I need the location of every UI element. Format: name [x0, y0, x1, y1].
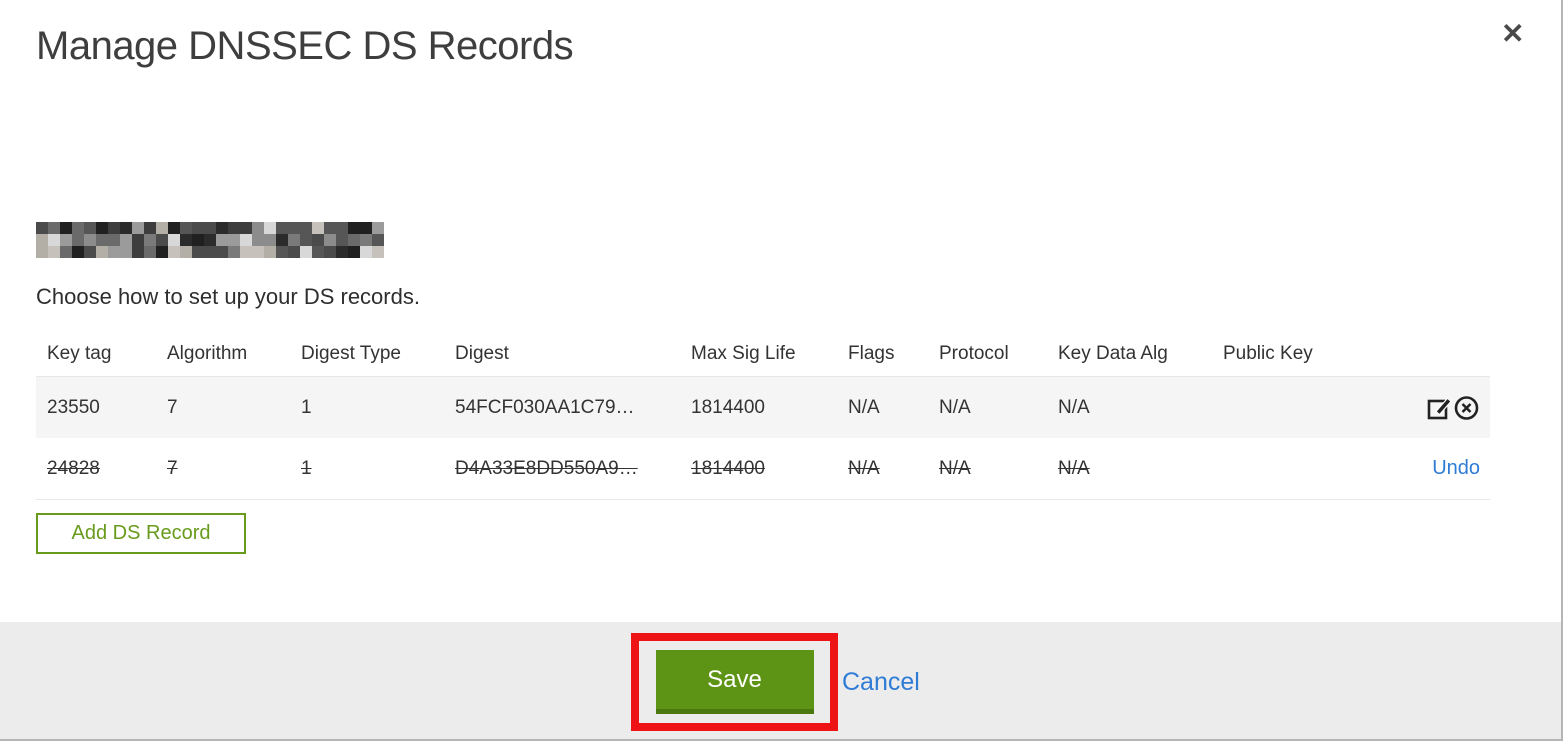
- redacted-domain-name: [36, 222, 384, 258]
- col-header-key-tag: Key tag: [36, 331, 156, 377]
- cell-algorithm: 7: [167, 396, 178, 418]
- col-header-max-sig-life: Max Sig Life: [680, 331, 837, 377]
- window-bottom-border: [0, 739, 1563, 741]
- col-header-flags: Flags: [837, 331, 928, 377]
- footer-bar: Save Cancel: [0, 622, 1561, 739]
- subtitle-text: Choose how to set up your DS records.: [36, 284, 420, 309]
- delete-icon[interactable]: [1453, 394, 1480, 421]
- cell-max-sig-life: 1814400: [691, 457, 765, 479]
- cell-digest: 54FCF030AA1C79…: [455, 396, 635, 418]
- cell-digest-type: 1: [301, 396, 312, 418]
- window-right-border: [1561, 0, 1563, 741]
- col-header-algorithm: Algorithm: [156, 331, 290, 377]
- edit-icon[interactable]: [1426, 394, 1453, 421]
- cell-flags: N/A: [848, 457, 880, 479]
- cell-key-data-alg: N/A: [1058, 396, 1090, 418]
- col-header-actions: [1379, 331, 1490, 377]
- cell-flags: N/A: [848, 396, 880, 418]
- undo-link[interactable]: Undo: [1432, 457, 1480, 479]
- cell-digest-type: 1: [301, 457, 312, 479]
- save-button[interactable]: Save: [655, 650, 814, 714]
- cell-protocol: N/A: [939, 457, 971, 479]
- col-header-digest-type: Digest Type: [290, 331, 444, 377]
- col-header-protocol: Protocol: [928, 331, 1047, 377]
- page-title: Manage DNSSEC DS Records: [36, 24, 574, 68]
- ds-records-table: Key tag Algorithm Digest Type Digest Max…: [36, 331, 1490, 500]
- cell-key-tag: 23550: [47, 396, 100, 418]
- cell-max-sig-life: 1814400: [691, 396, 765, 418]
- close-icon[interactable]: ✕: [1501, 20, 1524, 48]
- col-header-key-data-alg: Key Data Alg: [1047, 331, 1212, 377]
- cell-algorithm: 7: [167, 457, 178, 479]
- cell-digest: D4A33E8DD550A9…: [455, 457, 638, 479]
- cancel-link[interactable]: Cancel: [842, 668, 920, 697]
- table-row-deleted: 24828 7 1 D4A33E8DD550A9… 1814400 N/A N/…: [36, 438, 1490, 500]
- col-header-public-key: Public Key: [1212, 331, 1379, 377]
- annotation-highlight-box: Save: [631, 633, 838, 731]
- cell-key-tag: 24828: [47, 457, 100, 479]
- cell-key-data-alg: N/A: [1058, 457, 1090, 479]
- manage-dnssec-dialog: Manage DNSSEC DS Records ✕ Choose how to…: [0, 0, 1568, 746]
- table-header-row: Key tag Algorithm Digest Type Digest Max…: [36, 331, 1490, 377]
- col-header-digest: Digest: [444, 331, 680, 377]
- add-ds-record-button[interactable]: Add DS Record: [36, 513, 246, 554]
- table-row: 23550 7 1 54FCF030AA1C79… 1814400 N/A N/…: [36, 376, 1490, 438]
- cell-protocol: N/A: [939, 396, 971, 418]
